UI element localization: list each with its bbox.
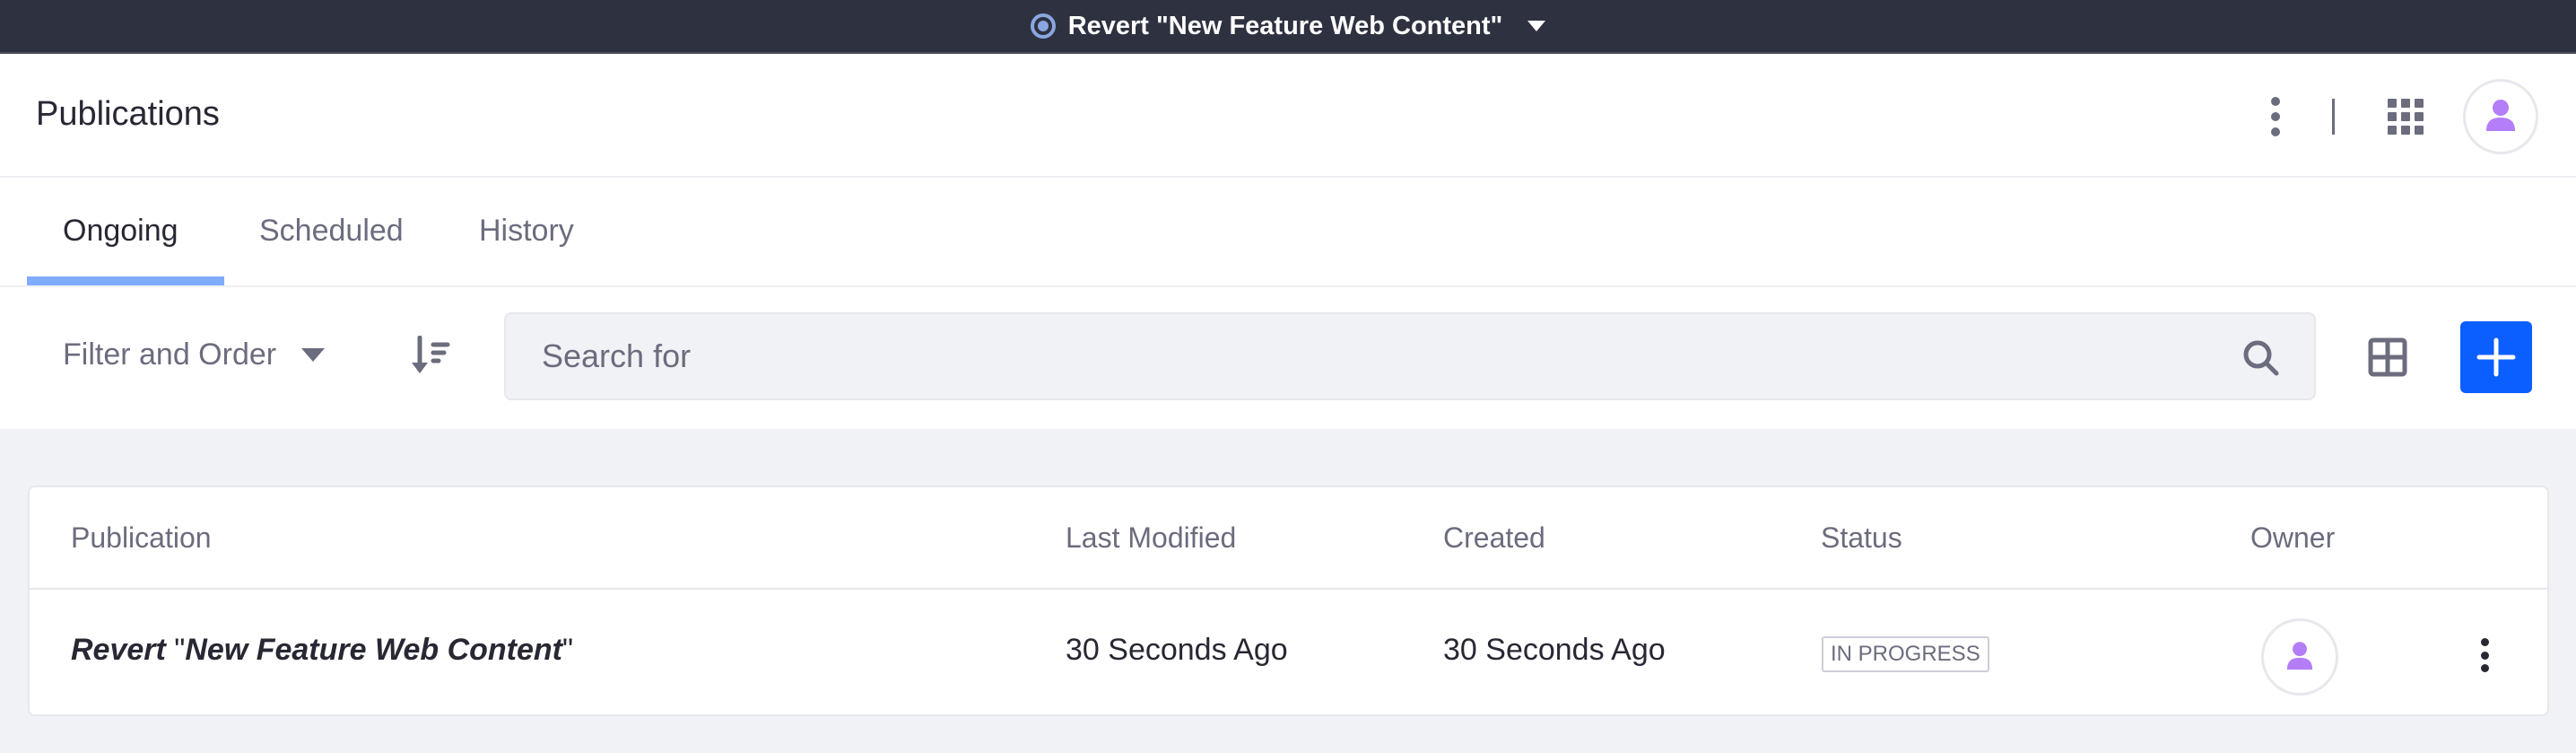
apps-grid-icon[interactable] <box>2388 99 2424 135</box>
sort-order-button[interactable] <box>409 335 454 377</box>
user-avatar-icon <box>2486 100 2515 131</box>
publication-name[interactable]: Revert "New Feature Web Content" <box>71 633 573 668</box>
apps-grid-cell <box>2388 99 2397 108</box>
display-style-button[interactable] <box>2368 337 2407 377</box>
apps-grid-cell <box>2401 126 2410 135</box>
created-cell: 30 Seconds Ago <box>1443 633 1666 667</box>
options-menu-button[interactable] <box>2269 97 2282 136</box>
filter-and-order-dropdown[interactable]: Filter and Order <box>63 337 326 372</box>
column-header-status: Status <box>1821 521 1902 554</box>
tab-history[interactable]: History <box>479 214 574 249</box>
ellipsis-v-icon <box>2271 97 2280 106</box>
apps-grid-cell <box>2388 126 2397 135</box>
cards-view-icon <box>2368 337 2407 377</box>
ellipsis-dot <box>2480 664 2489 672</box>
row-actions-button[interactable] <box>2478 638 2491 672</box>
table-row[interactable]: Revert "New Feature Web Content" 30 Seco… <box>30 591 2547 716</box>
ellipsis-v-icon <box>2480 638 2489 646</box>
ellipsis-dot <box>2271 112 2280 121</box>
column-header-publication: Publication <box>71 521 212 554</box>
user-avatar[interactable] <box>2463 79 2538 154</box>
search-icon[interactable] <box>2242 339 2280 377</box>
plus-icon <box>2476 337 2516 377</box>
publication-control-bar: Revert "New Feature Web Content" <box>0 0 2576 54</box>
apps-grid-cell <box>2415 112 2424 121</box>
caret-down-icon <box>301 348 326 362</box>
page-title: Publications <box>36 95 220 133</box>
ellipsis-dot <box>2271 127 2280 136</box>
filter-and-order-label: Filter and Order <box>63 337 277 372</box>
ellipsis-dot <box>2480 651 2489 660</box>
active-tab-indicator <box>27 276 224 285</box>
apps-grid-cell <box>2415 126 2424 135</box>
table-header: Publication Last Modified Created Status… <box>30 487 2547 590</box>
publication-name-quoted: New Feature Web Content <box>185 633 562 667</box>
search-input[interactable] <box>542 314 2228 398</box>
column-header-created: Created <box>1443 521 1545 554</box>
tab-ongoing[interactable]: Ongoing <box>63 214 178 249</box>
management-toolbar: Filter and Order <box>0 287 2576 429</box>
status-badge: In Progress <box>1822 636 1989 672</box>
column-header-last-modified: Last Modified <box>1066 521 1237 554</box>
add-publication-button[interactable] <box>2460 321 2532 393</box>
quote-mark: " <box>174 633 186 667</box>
publication-selector-label: Revert "New Feature Web Content" <box>1067 11 1503 40</box>
apps-grid-cell <box>2401 112 2410 121</box>
publications-table: Publication Last Modified Created Status… <box>28 486 2549 716</box>
apps-grid-cell <box>2388 112 2397 121</box>
user-avatar-icon <box>2286 642 2313 670</box>
column-header-owner: Owner <box>2250 521 2336 554</box>
publication-name-prefix: Revert <box>71 633 175 667</box>
header-divider <box>2332 99 2335 135</box>
tab-scheduled[interactable]: Scheduled <box>259 214 404 249</box>
apps-grid-cell <box>2401 99 2410 108</box>
caret-down-icon <box>1527 21 1546 31</box>
owner-avatar[interactable] <box>2261 618 2338 696</box>
order-arrow-down-icon <box>412 335 450 373</box>
tab-bar: Ongoing Scheduled History <box>0 178 2576 287</box>
last-modified-cell: 30 Seconds Ago <box>1066 633 1288 667</box>
apps-grid-cell <box>2415 99 2424 108</box>
search-box <box>504 312 2316 400</box>
page-header: Publications <box>0 54 2576 178</box>
publication-selector[interactable]: Revert "New Feature Web Content" <box>1030 11 1546 41</box>
radio-selected-icon <box>1030 13 1056 39</box>
quote-mark: " <box>562 633 574 667</box>
